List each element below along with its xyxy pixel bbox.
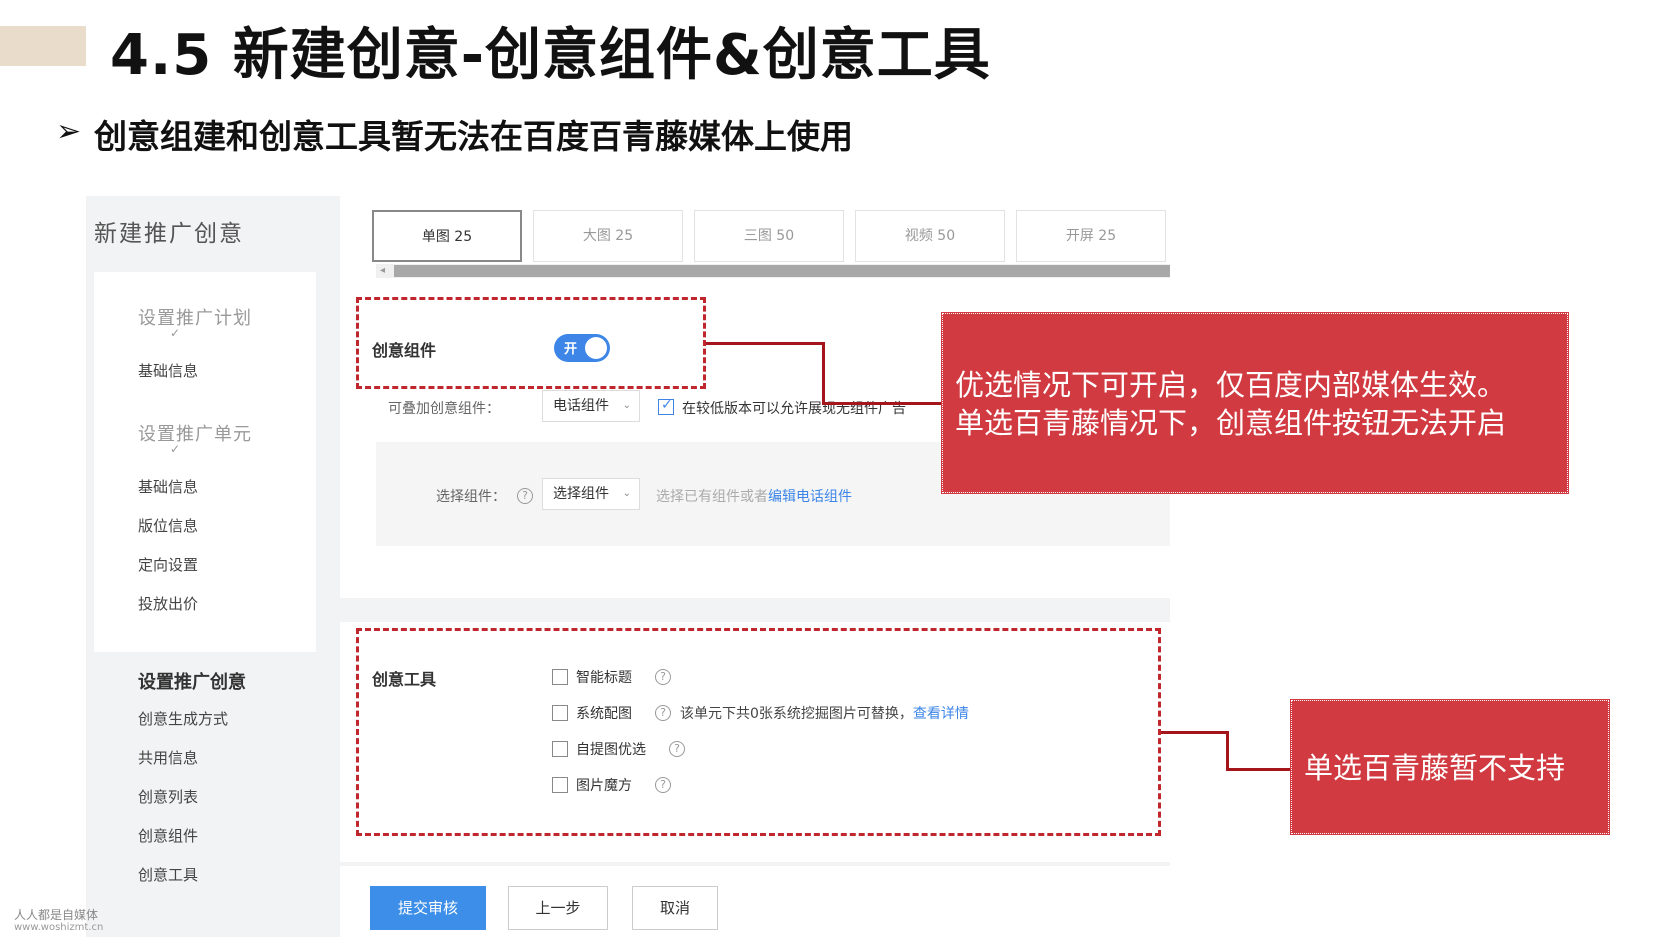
sidebar: 新建推广创意 设置推广计划 ✓ 基础信息 设置推广单元 ✓ 基础信息 版位信息 … bbox=[86, 196, 340, 937]
watermark-text: 人人都是自媒体 bbox=[14, 908, 99, 922]
scroll-left-icon[interactable]: ◂ bbox=[380, 264, 385, 278]
sidebar-title: 新建推广创意 bbox=[94, 221, 244, 247]
select-component-value: 选择组件 bbox=[553, 486, 609, 502]
component-annotation: 优选情况下可开启，仅百度内部媒体生效。 单选百青藤情况下，创意组件按钮无法开启 bbox=[941, 312, 1569, 494]
sidebar-item-generation[interactable]: 创意生成方式 bbox=[138, 708, 228, 729]
step-done-check-icon: ✓ bbox=[170, 326, 181, 340]
annotation-text: 优选情况下可开启，仅百度内部媒体生效。 bbox=[955, 368, 1507, 402]
select-component-label: 选择组件： bbox=[436, 489, 506, 505]
tab-three-image[interactable]: 三图 50 bbox=[694, 210, 844, 262]
select-component-hint: 选择已有组件或者编辑电话组件 bbox=[656, 486, 852, 506]
sidebar-item-targeting[interactable]: 定向设置 bbox=[138, 554, 198, 575]
watermark-url: www.woshizmt.cn bbox=[14, 922, 104, 933]
annotation-text: 单选百青藤暂不支持 bbox=[1304, 751, 1566, 785]
hint-text: 选择已有组件或者 bbox=[656, 489, 768, 505]
sidebar-item-shared-info[interactable]: 共用信息 bbox=[138, 747, 198, 768]
tab-splash[interactable]: 开屏 25 bbox=[1016, 210, 1166, 262]
tab-video[interactable]: 视频 50 bbox=[855, 210, 1005, 262]
title-accent-bar bbox=[0, 26, 86, 66]
chevron-down-icon: ⌄ bbox=[622, 488, 631, 499]
sidebar-item-unit-basic[interactable]: 基础信息 bbox=[138, 476, 198, 497]
stack-component-value: 电话组件 bbox=[553, 398, 609, 414]
annotation-text: 单选百青藤情况下，创意组件按钮无法开启 bbox=[955, 406, 1507, 440]
connector-line bbox=[706, 342, 824, 345]
sidebar-item-creative-list[interactable]: 创意列表 bbox=[138, 786, 198, 807]
select-component-dropdown[interactable]: 选择组件 ⌄ bbox=[542, 478, 640, 510]
connector-line bbox=[822, 342, 825, 405]
bullet-text: 创意组建和创意工具暂无法在百度百青藤媒体上使用 bbox=[94, 117, 853, 156]
sidebar-steps-panel: 设置推广计划 ✓ 基础信息 设置推广单元 ✓ 基础信息 版位信息 定向设置 投放… bbox=[94, 272, 316, 652]
sidebar-item-tools[interactable]: 创意工具 bbox=[138, 864, 198, 885]
sidebar-current-step: 设置推广创意 创意生成方式 共用信息 创意列表 创意组件 创意工具 bbox=[94, 656, 316, 937]
stack-component-select[interactable]: 电话组件 ⌄ bbox=[542, 390, 640, 422]
step-done-check-icon: ✓ bbox=[170, 442, 181, 456]
connector-line bbox=[1226, 768, 1292, 771]
sidebar-step-plan[interactable]: 设置推广计划 bbox=[138, 304, 252, 330]
tab-single-image[interactable]: 单图 25 bbox=[372, 210, 522, 262]
compat-checkbox[interactable] bbox=[658, 397, 674, 415]
sidebar-item-plan-basic[interactable]: 基础信息 bbox=[138, 360, 198, 381]
help-icon[interactable]: ? bbox=[517, 488, 533, 504]
tools-highlight-box bbox=[356, 628, 1161, 836]
stack-component-label: 可叠加创意组件： bbox=[388, 401, 500, 417]
sidebar-item-bidding[interactable]: 投放出价 bbox=[138, 593, 198, 614]
cancel-button[interactable]: 取消 bbox=[632, 886, 718, 930]
edit-phone-component-link[interactable]: 编辑电话组件 bbox=[768, 489, 852, 505]
tabs-scrollbar[interactable]: ◂ bbox=[376, 264, 1170, 278]
bullet-arrow-icon: ➢ bbox=[56, 114, 82, 149]
connector-line bbox=[822, 402, 944, 405]
tab-large-image[interactable]: 大图 25 bbox=[533, 210, 683, 262]
scroll-thumb[interactable] bbox=[394, 265, 1170, 277]
chevron-down-icon: ⌄ bbox=[622, 400, 631, 411]
sidebar-step-creative[interactable]: 设置推广创意 bbox=[138, 668, 246, 694]
submit-button[interactable]: 提交审核 bbox=[370, 886, 486, 930]
component-highlight-box bbox=[356, 297, 706, 389]
sidebar-step-unit[interactable]: 设置推广单元 bbox=[138, 420, 252, 446]
prev-step-button[interactable]: 上一步 bbox=[508, 886, 608, 930]
slide-title: 4.5 新建创意-创意组件&创意工具 bbox=[110, 23, 991, 88]
connector-line bbox=[1226, 731, 1229, 771]
compat-label: 在较低版本可以允许展现无组件广告 bbox=[682, 401, 906, 417]
sidebar-item-placement[interactable]: 版位信息 bbox=[138, 515, 198, 536]
sidebar-item-components[interactable]: 创意组件 bbox=[138, 825, 198, 846]
tools-annotation: 单选百青藤暂不支持 bbox=[1290, 699, 1610, 835]
connector-line bbox=[1161, 731, 1228, 734]
